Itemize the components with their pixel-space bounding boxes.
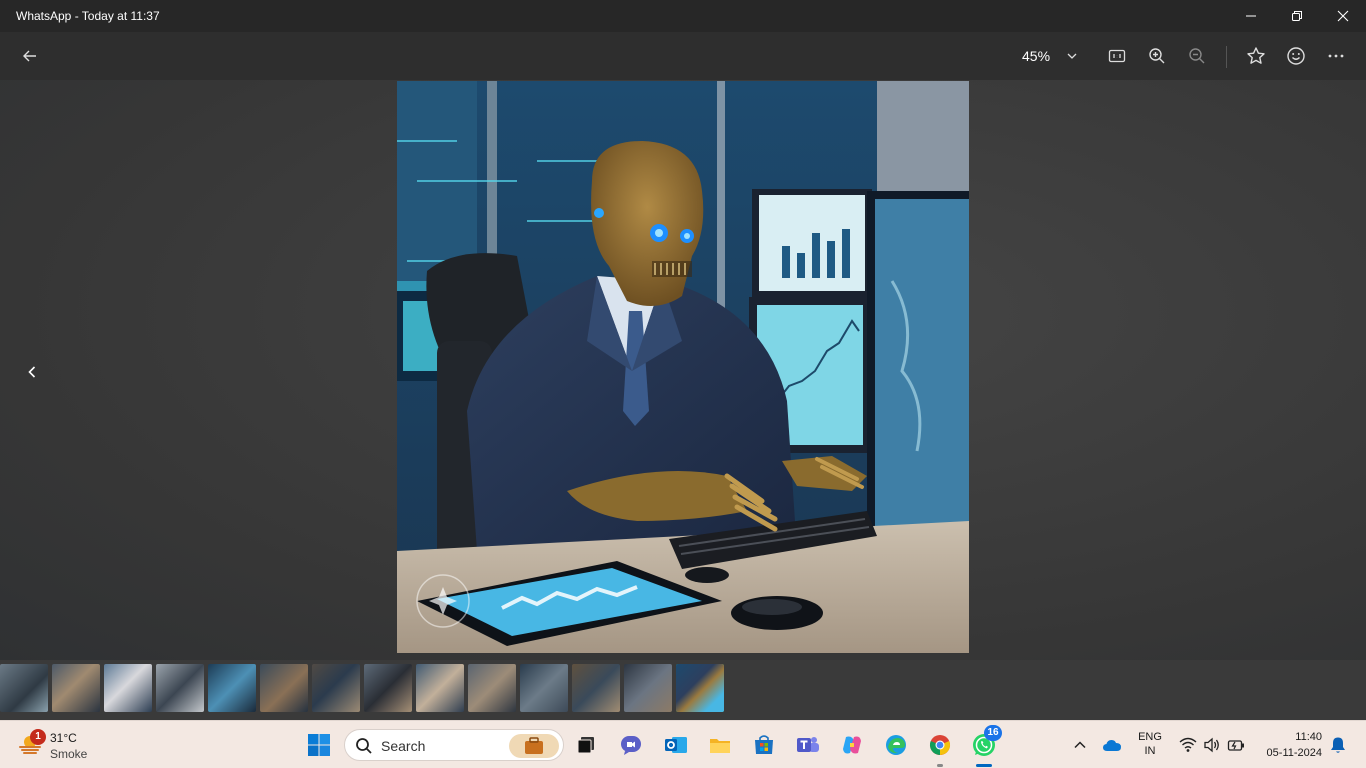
running-indicator — [937, 764, 943, 767]
chevron-down-icon — [1067, 53, 1077, 59]
thumbnail[interactable] — [52, 664, 100, 712]
windows-logo-icon — [308, 734, 330, 756]
copilot-icon — [843, 736, 861, 754]
folder-icon — [710, 739, 730, 753]
back-arrow-icon — [23, 50, 36, 62]
toolbar-divider — [1226, 46, 1227, 68]
thumbnail[interactable] — [468, 664, 516, 712]
thumbnail[interactable] — [572, 664, 620, 712]
teams-icon — [797, 737, 819, 752]
taskbar-app-copilot[interactable] — [836, 729, 868, 761]
actual-size-button[interactable] — [1105, 44, 1129, 68]
thumbnail[interactable] — [208, 664, 256, 712]
cloud-icon — [1103, 740, 1121, 751]
clock-time: 11:40 — [1295, 731, 1322, 743]
weather-condition: Smoke — [50, 747, 88, 761]
thumbnail[interactable] — [312, 664, 360, 712]
main-photo[interactable] — [397, 81, 969, 653]
language-code: ENG — [1138, 731, 1162, 743]
meet-icon — [621, 736, 641, 755]
language-indicator[interactable]: ENG IN — [1134, 731, 1166, 757]
search-highlight-icon — [509, 734, 559, 758]
emoji-icon — [1287, 47, 1305, 65]
zoom-out-button[interactable] — [1185, 44, 1209, 68]
weather-alert-badge: 1 — [30, 729, 46, 745]
skeleton-businessman-illustration — [397, 81, 969, 653]
store-icon — [755, 735, 773, 754]
weather-temperature: 31°C — [50, 731, 77, 745]
clock[interactable]: 11:40 05-11-2024 — [1252, 729, 1322, 761]
thumbnail-selected[interactable] — [676, 664, 724, 712]
thumbnail[interactable] — [624, 664, 672, 712]
battery-button[interactable] — [1220, 729, 1252, 761]
thumbnail[interactable] — [416, 664, 464, 712]
onedrive-button[interactable] — [1096, 729, 1128, 761]
actual-size-icon — [1108, 49, 1126, 63]
speaker-icon — [1204, 737, 1219, 753]
close-icon — [1337, 10, 1349, 22]
zoom-in-button[interactable] — [1145, 44, 1169, 68]
window-title: WhatsApp - Today at 11:37 — [16, 9, 160, 23]
taskbar-app-teams[interactable] — [792, 729, 824, 761]
thumbnail[interactable] — [364, 664, 412, 712]
start-button[interactable] — [303, 729, 335, 761]
previous-image-button[interactable] — [20, 360, 44, 384]
taskbar-app-whatsapp[interactable]: 16 — [968, 725, 1002, 767]
minimize-icon — [1246, 15, 1256, 17]
taskbar-app-store[interactable] — [748, 729, 780, 761]
back-button[interactable] — [16, 42, 44, 70]
search-placeholder: Search — [381, 738, 426, 754]
thumbnail-strip — [0, 664, 1366, 712]
taskbar-app-meet[interactable] — [615, 729, 647, 761]
restore-icon — [1292, 11, 1302, 21]
thumbnail[interactable] — [0, 664, 48, 712]
chevron-up-icon — [1074, 741, 1086, 749]
battery-charging-icon — [1227, 740, 1244, 751]
weather-widget[interactable]: 1 31°C Smoke — [16, 727, 106, 763]
wifi-icon — [1179, 737, 1197, 752]
star-icon — [1247, 47, 1265, 64]
zoom-level[interactable]: 45% — [1022, 48, 1050, 64]
title-bar: WhatsApp - Today at 11:37 — [0, 0, 1366, 32]
chevron-left-icon — [28, 366, 36, 378]
thumbnail[interactable] — [260, 664, 308, 712]
thumbnail[interactable] — [520, 664, 568, 712]
thumbnail[interactable] — [156, 664, 204, 712]
more-options-button[interactable] — [1324, 44, 1348, 68]
clock-date: 05-11-2024 — [1266, 747, 1322, 759]
favorite-button[interactable] — [1244, 44, 1268, 68]
minimize-button[interactable] — [1228, 0, 1274, 32]
taskbar-app-outlook[interactable] — [660, 729, 692, 761]
zoom-out-icon — [1189, 48, 1205, 64]
region-code: IN — [1144, 745, 1156, 757]
outlook-icon — [665, 737, 687, 753]
zoom-in-icon — [1149, 48, 1165, 64]
thumbnail[interactable] — [104, 664, 152, 712]
more-icon — [1328, 54, 1344, 58]
window-controls — [1228, 0, 1366, 32]
taskbar-app-chrome[interactable] — [924, 729, 956, 767]
show-hidden-icons-button[interactable] — [1064, 729, 1096, 761]
taskbar-app-edge[interactable] — [880, 729, 912, 761]
edge-icon — [886, 735, 906, 755]
emoji-react-button[interactable] — [1284, 44, 1308, 68]
image-stage — [0, 80, 1366, 660]
zoom-dropdown-button[interactable] — [1060, 44, 1084, 68]
taskbar: 1 31°C Smoke Search 16 ENG IN 11:40 05-1… — [0, 720, 1366, 768]
restore-button[interactable] — [1274, 0, 1320, 32]
active-app-indicator — [976, 764, 992, 767]
bell-icon — [1331, 737, 1345, 753]
unread-count-badge: 16 — [984, 725, 1002, 741]
taskbar-app-file-explorer[interactable] — [704, 729, 736, 761]
close-button[interactable] — [1320, 0, 1366, 32]
task-view-button[interactable] — [570, 729, 602, 761]
chrome-icon — [929, 735, 951, 756]
search-icon — [356, 738, 372, 754]
task-view-icon — [577, 737, 594, 754]
viewer-toolbar: 45% — [0, 32, 1366, 80]
notifications-button[interactable] — [1322, 729, 1354, 761]
taskbar-search[interactable]: Search — [344, 729, 564, 761]
